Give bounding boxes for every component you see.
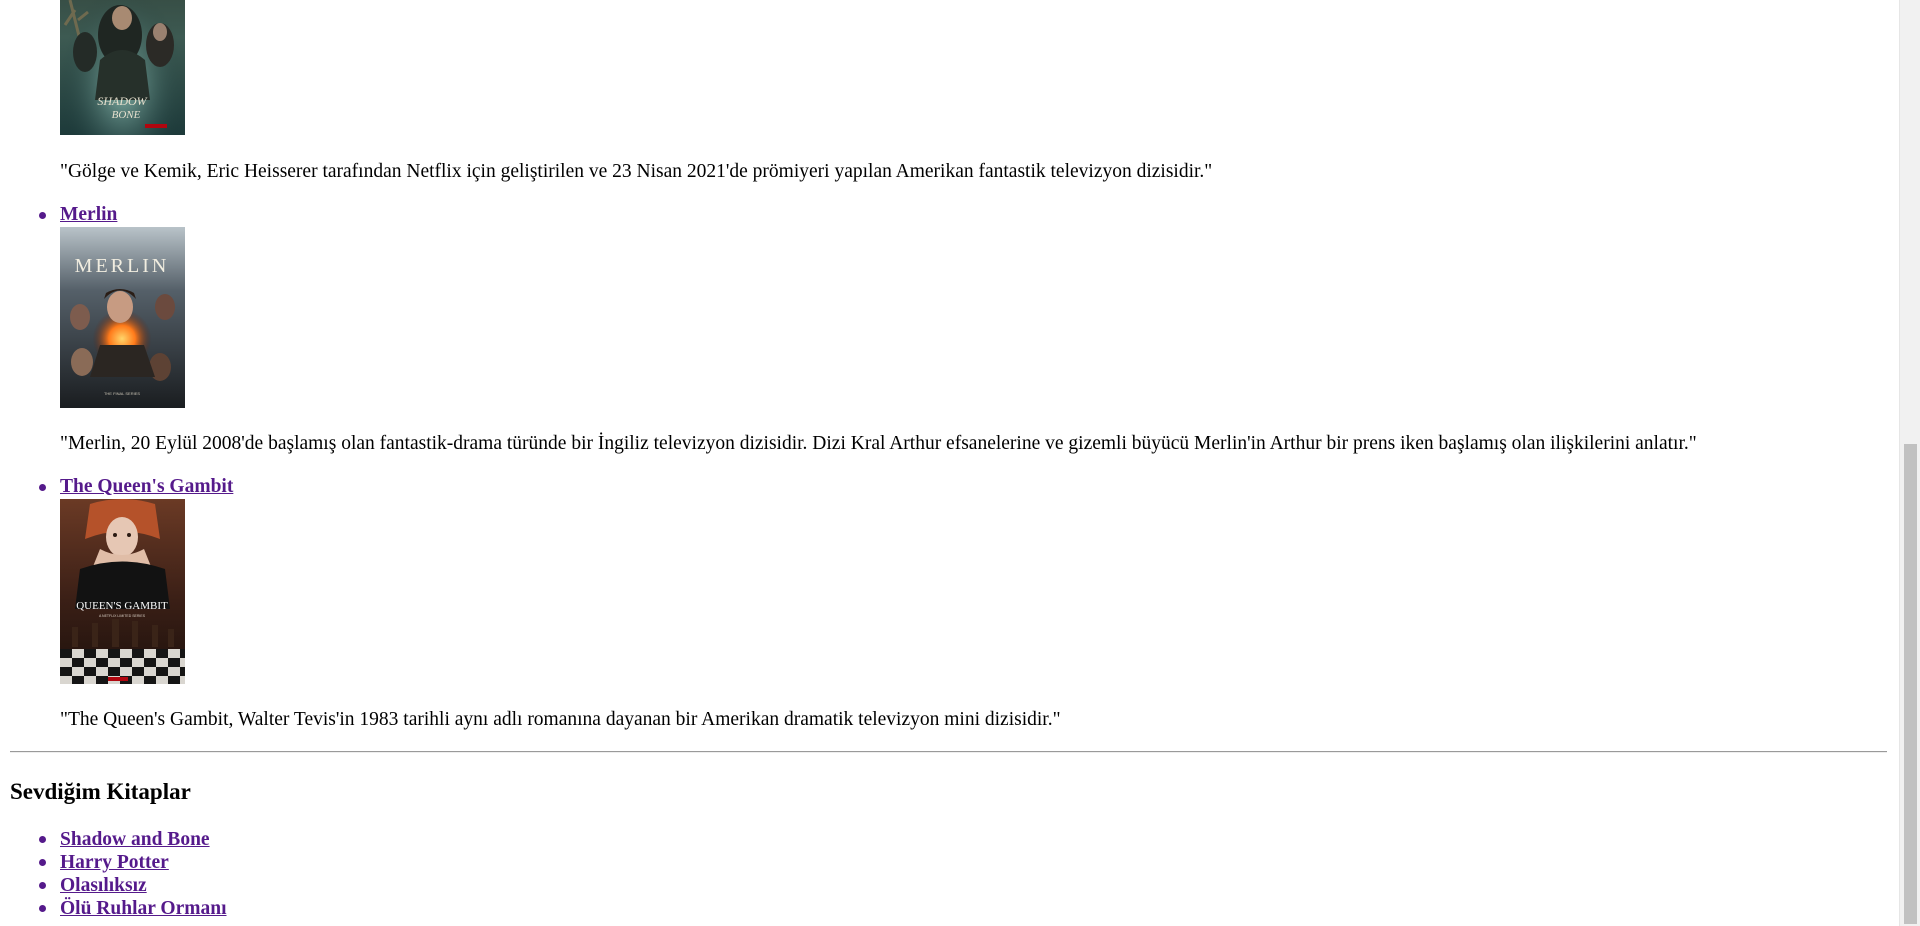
- merlin-link[interactable]: Merlin: [60, 203, 117, 227]
- queens-gambit-poster-image[interactable]: QUEEN'S GAMBIT A NETFLIX LIMITED SERIES: [60, 499, 185, 684]
- book-item-shadow-and-bone: Shadow and Bone: [0, 828, 400, 851]
- queens-gambit-poster-icon: QUEEN'S GAMBIT A NETFLIX LIMITED SERIES: [60, 499, 185, 684]
- merlin-description: "Merlin, 20 Eylül 2008'de başlamış olan …: [60, 433, 1697, 454]
- favorite-books-heading: Sevdiğim Kitaplar: [10, 779, 191, 804]
- list-bullet: [39, 484, 46, 491]
- page-content: SHADOW BONE "Gölge ve Kemik, Eric Heisse…: [0, 0, 1899, 926]
- list-bullet: [39, 212, 46, 219]
- book-link-shadow-and-bone[interactable]: Shadow and Bone: [60, 828, 210, 851]
- section-divider: [10, 751, 1887, 753]
- queens-gambit-poster-title: QUEEN'S GAMBIT: [76, 600, 168, 612]
- book-link-harry-potter[interactable]: Harry Potter: [60, 851, 169, 874]
- queens-gambit-description: "The Queen's Gambit, Walter Tevis'in 198…: [60, 709, 1061, 730]
- merlin-poster-image[interactable]: MERLIN THE FINAL SERIES: [60, 227, 185, 408]
- merlin-poster-icon: MERLIN THE FINAL SERIES: [60, 227, 185, 408]
- svg-text:A NETFLIX LIMITED SERIES: A NETFLIX LIMITED SERIES: [99, 614, 146, 618]
- book-item-olasiliksiz: Olasılıksız: [0, 874, 400, 897]
- shadow-and-bone-poster-icon: SHADOW BONE: [60, 0, 185, 135]
- list-bullet: [39, 905, 46, 912]
- book-item-harry-potter: Harry Potter: [0, 851, 400, 874]
- book-link-olasiliksiz[interactable]: Olasılıksız: [60, 874, 147, 897]
- svg-text:THE FINAL SERIES: THE FINAL SERIES: [104, 391, 140, 396]
- merlin-poster-title: MERLIN: [75, 255, 170, 277]
- list-bullet: [39, 859, 46, 866]
- svg-text:SHADOW: SHADOW: [97, 94, 147, 108]
- list-bullet: [39, 836, 46, 843]
- list-bullet: [39, 882, 46, 889]
- vertical-scrollbar[interactable]: [1899, 0, 1920, 926]
- browser-viewport: SHADOW BONE "Gölge ve Kemik, Eric Heisse…: [0, 0, 1920, 926]
- shadow-and-bone-poster-image[interactable]: SHADOW BONE: [60, 0, 185, 135]
- svg-text:BONE: BONE: [112, 109, 141, 121]
- book-item-olu-ruhlar-ormani: Ölü Ruhlar Ormanı: [0, 897, 400, 920]
- scrollbar-thumb[interactable]: [1904, 444, 1917, 924]
- shadow-and-bone-description: "Gölge ve Kemik, Eric Heisserer tarafınd…: [60, 161, 1213, 182]
- book-link-olu-ruhlar-ormani[interactable]: Ölü Ruhlar Ormanı: [60, 897, 227, 920]
- queens-gambit-link[interactable]: The Queen's Gambit: [60, 475, 233, 499]
